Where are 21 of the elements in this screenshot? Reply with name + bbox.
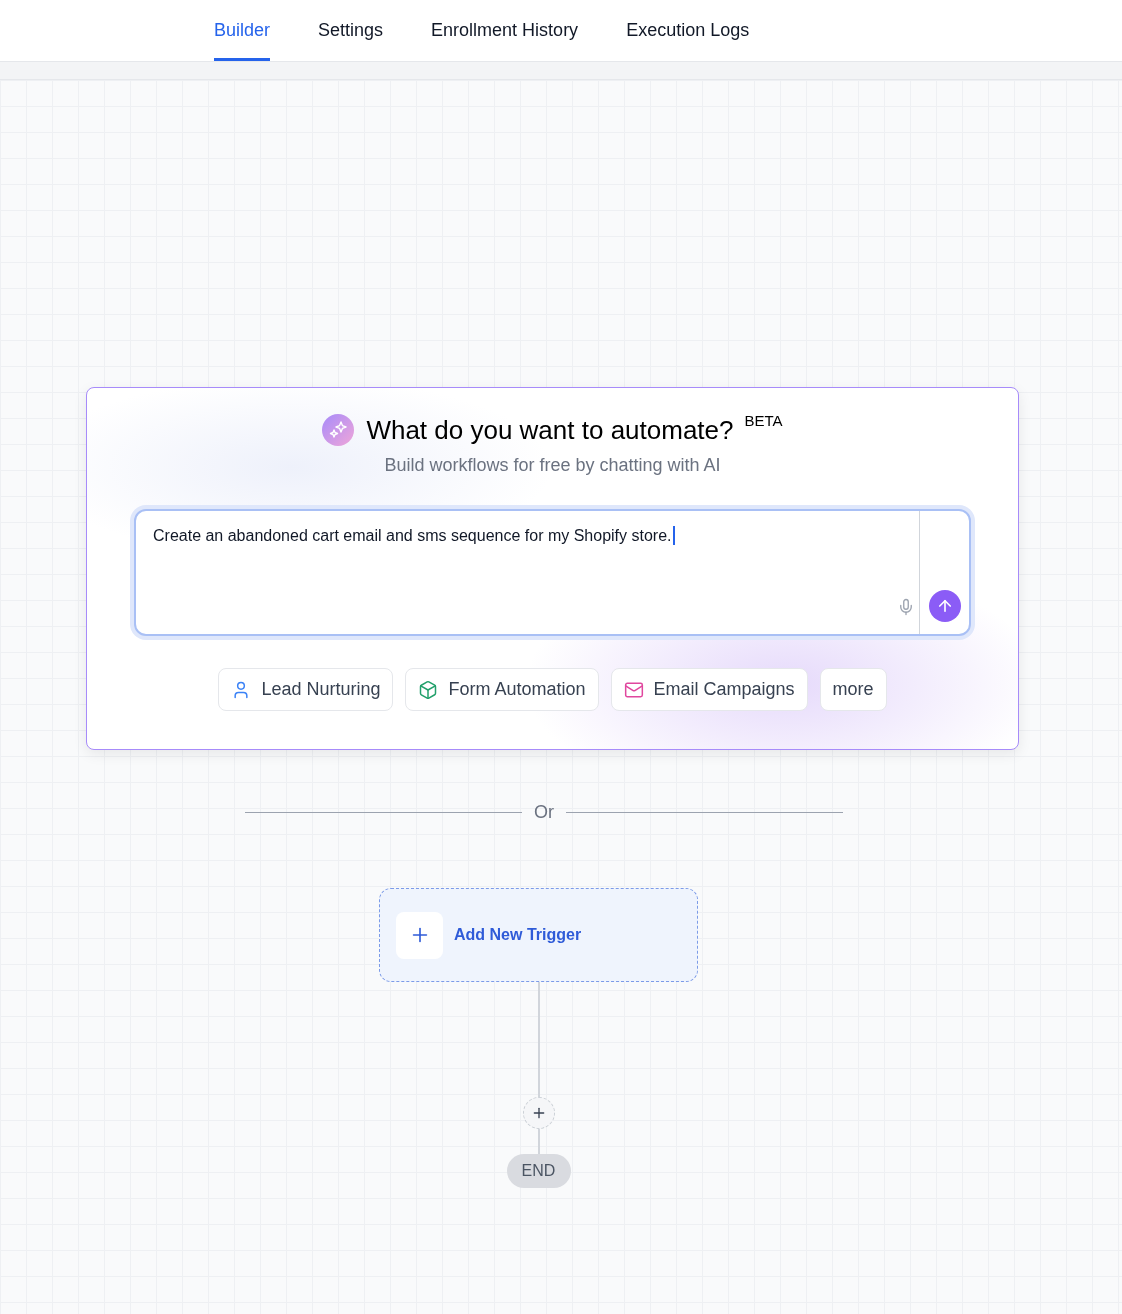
cube-icon [418, 679, 439, 700]
send-button[interactable] [928, 590, 961, 622]
tab[interactable]: Enrollment History [431, 0, 579, 61]
add-trigger-button[interactable]: Add New Trigger [379, 888, 698, 982]
suggestion-chip[interactable]: Lead Nurturing [218, 668, 394, 711]
microphone-icon[interactable] [897, 597, 915, 617]
sparkle-icon [322, 414, 355, 446]
plus-icon [396, 911, 443, 959]
suggestion-chip[interactable]: Form Automation [405, 668, 599, 711]
or-label: Or [533, 800, 555, 824]
beta-label: BETA [744, 411, 783, 431]
prompt-title: What do you want to automate? [366, 414, 734, 446]
connector-line [537, 1129, 540, 1154]
suggestion-chip[interactable]: more [819, 668, 887, 711]
add-step-button[interactable] [522, 1097, 555, 1129]
tab[interactable]: Settings [318, 0, 384, 61]
text-cursor-icon [672, 525, 675, 545]
tab[interactable]: Execution Logs [626, 0, 750, 61]
suggestion-chip[interactable]: Email Campaigns [610, 668, 808, 711]
prompt-subtitle: Build workflows for free by chatting with AI [384, 454, 721, 477]
end-node: END [506, 1154, 571, 1188]
